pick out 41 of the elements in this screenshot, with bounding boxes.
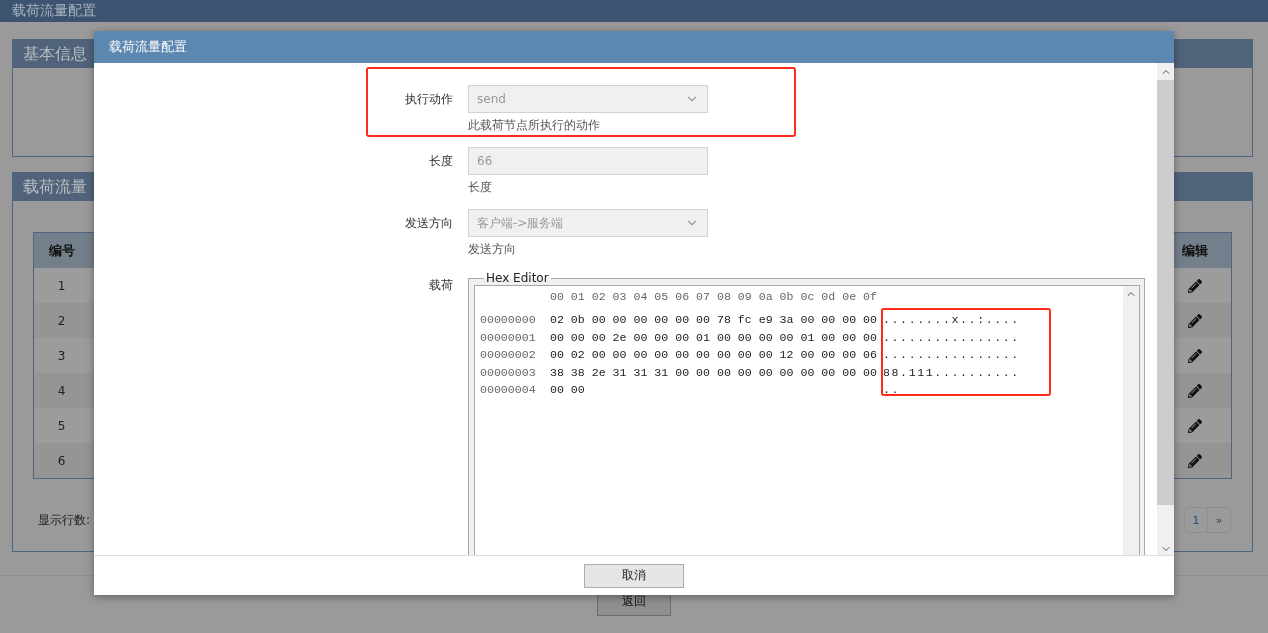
next-page-link[interactable]: »	[1207, 508, 1230, 532]
table-cell: 2	[34, 303, 89, 338]
hex-ascii: 88.111..........	[883, 364, 1020, 381]
hex-bytes: 38 38 2e 31 31 31 00 00 00 00 00 00 00 00 00 00	[550, 364, 877, 381]
cancel-button[interactable]: 取消	[584, 563, 684, 588]
hex-bytes: 00 00 00 2e 00 00 00 01 00 00 00 00 01 00 00 00	[550, 329, 877, 346]
hex-bytes: 00 02 00 00 00 00 00 00 00 00 00 12 00 00 00 06	[550, 347, 877, 364]
hex-ascii: ..	[883, 382, 901, 399]
edit-icon[interactable]	[1188, 348, 1202, 363]
edit-icon[interactable]	[1188, 453, 1202, 468]
dialog-title: 载荷流量配置	[94, 31, 1174, 63]
hex-offset: 00000002	[480, 347, 536, 364]
page-title: 载荷流量配置	[0, 0, 1268, 22]
rows-per-page-label: 显示行数:	[38, 511, 91, 529]
hex-bytes: 02 0b 00 00 00 00 00 00 78 fc e9 3a 00 00 00 00	[550, 312, 877, 329]
hex-offset: 00000003	[480, 364, 536, 381]
hex-scrollbar[interactable]	[1123, 286, 1139, 555]
field-hint: 发送方向	[468, 242, 516, 257]
table-cell: 6	[34, 443, 89, 478]
field-label: 载荷	[428, 277, 453, 294]
edit-icon[interactable]	[1188, 278, 1202, 293]
table-cell: 4	[34, 373, 89, 408]
hex-editor-legend: Hex Editor	[484, 271, 551, 285]
hex-bytes: 00 00	[550, 382, 585, 399]
page-link[interactable]: 1	[1185, 508, 1207, 532]
hex-column-header: 00 01 02 03 04 05 06 07 08 09 0a 0b 0c 0d 0e 0f	[550, 289, 877, 305]
hex-offset: 00000001	[480, 329, 536, 346]
hex-ascii: ................	[883, 347, 1020, 364]
edit-icon[interactable]	[1188, 418, 1202, 433]
hex-ascii: ........x..:....	[883, 312, 1020, 329]
field-label: 长度	[428, 153, 453, 170]
field-hint: 此载荷节点所执行的动作	[468, 118, 600, 133]
hex-ascii: ................	[883, 329, 1020, 346]
edit-icon[interactable]	[1188, 383, 1202, 398]
edit-icon[interactable]	[1188, 313, 1202, 328]
field-label: 执行动作	[404, 91, 453, 108]
hex-offset: 00000000	[480, 312, 536, 329]
hex-offset: 00000004	[480, 382, 536, 399]
field-label: 发送方向	[404, 215, 453, 232]
field-hint: 长度	[468, 180, 492, 195]
column-header: 编号	[34, 233, 89, 268]
